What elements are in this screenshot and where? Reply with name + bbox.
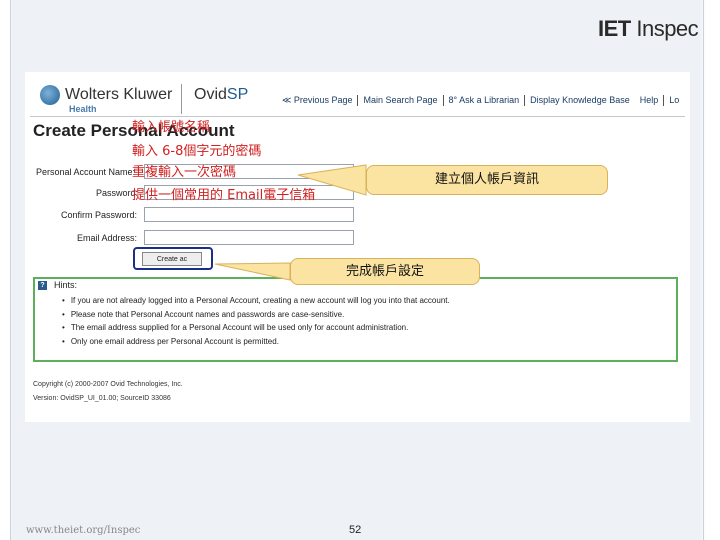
- annotation-email: 提供一個常用的 Email電子信箱: [132, 188, 316, 203]
- label-account-name: Personal Account Name:: [36, 167, 136, 177]
- hint-item: Only one email address per Personal Acco…: [62, 337, 279, 346]
- callout-complete: 完成帳戶設定: [290, 258, 480, 285]
- email-input[interactable]: [144, 230, 354, 245]
- hints-panel: [33, 277, 678, 362]
- ovidsp-logo: OvidSP: [194, 86, 248, 104]
- button-highlight-frame: [133, 247, 213, 270]
- confirm-password-input[interactable]: [144, 207, 354, 222]
- logo-text-bold: IET: [598, 16, 631, 41]
- header-rule: [30, 116, 685, 117]
- logo-divider: [181, 84, 182, 114]
- label-confirm-password: Confirm Password:: [61, 210, 138, 220]
- nav-ask-librarian[interactable]: 8° Ask a Librarian: [444, 95, 526, 106]
- label-email: Email Address:: [77, 233, 138, 243]
- hint-item: The email address supplied for a Persona…: [62, 323, 409, 332]
- annotation-password: 輸入 6-8個字元的密碼: [132, 144, 262, 159]
- top-navigation: ≪ Previous Page Main Search Page 8° Ask …: [277, 95, 684, 106]
- nav-logout[interactable]: Lo: [664, 95, 684, 106]
- left-divider: [10, 0, 11, 540]
- wolters-kluwer-logo: Wolters Kluwer: [40, 85, 172, 105]
- help-icon: ?: [38, 281, 47, 290]
- annotation-confirm: 重複輸入一次密碼: [132, 165, 237, 180]
- wk-globe-icon: [40, 85, 60, 105]
- right-divider: [703, 0, 704, 540]
- footer-url: www.theiet.org/Inspec: [26, 525, 141, 536]
- nav-help[interactable]: Help: [635, 95, 665, 106]
- logo-text-rest: Inspec: [630, 16, 699, 41]
- nav-main-search-page[interactable]: Main Search Page: [358, 95, 444, 106]
- iet-inspec-logo: IET Inspec: [598, 16, 699, 42]
- nav-display-knowledge-base[interactable]: Display Knowledge Base: [525, 95, 635, 106]
- copyright-text: Copyright (c) 2000-2007 Ovid Technologie…: [33, 381, 183, 388]
- hints-title: Hints:: [54, 280, 78, 290]
- annotation-account-name: 輸入帳號名稱: [132, 120, 211, 135]
- wk-health-label: Health: [69, 104, 97, 114]
- version-text: Version: OvidSP_UI_01.00; SourceID 33086: [33, 395, 171, 402]
- callout-create-info: 建立個人帳戶資訊: [366, 165, 608, 195]
- wk-name: Wolters Kluwer: [65, 86, 173, 103]
- sp-text: SP: [226, 86, 249, 103]
- slide-number: 52: [349, 524, 362, 536]
- ovid-text: Ovid: [194, 86, 227, 103]
- hint-item: Please note that Personal Account names …: [62, 310, 345, 319]
- hint-item: If you are not already logged into a Per…: [62, 296, 450, 305]
- nav-previous-page[interactable]: ≪ Previous Page: [277, 95, 359, 106]
